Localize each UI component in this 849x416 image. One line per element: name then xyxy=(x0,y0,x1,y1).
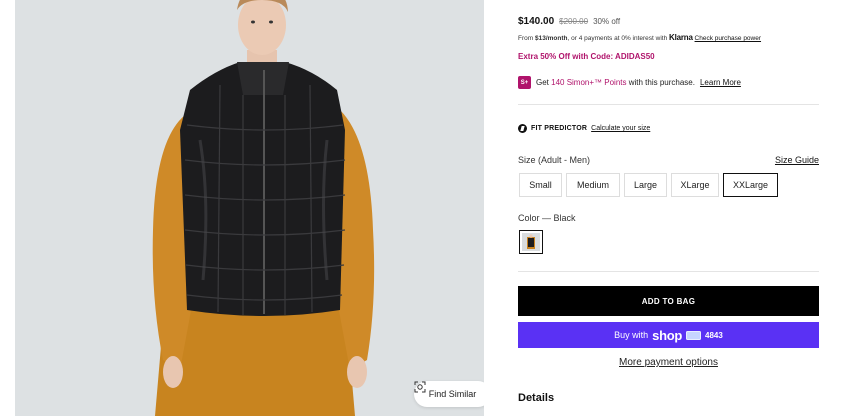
points-amount: 140 Simon+™ Points xyxy=(551,78,627,87)
divider xyxy=(518,104,819,105)
find-similar-button[interactable]: Find Similar xyxy=(414,381,484,407)
price-row: $140.00 $200.00 30% off xyxy=(518,16,620,27)
klarna-prefix: From xyxy=(518,35,535,42)
klarna-monthly: $13/month xyxy=(534,35,568,42)
points-prefix: Get xyxy=(536,78,552,87)
points-text: Get 140 Simon+™ Points with this purchas… xyxy=(536,78,695,87)
size-option-xxlarge[interactable]: XXLarge xyxy=(723,173,778,197)
original-price: $200.00 xyxy=(559,17,589,26)
klarna-logo: Klarna xyxy=(669,33,693,42)
product-photo xyxy=(15,0,484,416)
fit-predictor-label: FIT PREDICTOR xyxy=(531,125,588,132)
shop-logo: shop xyxy=(652,327,683,343)
fit-predictor-icon xyxy=(518,124,527,133)
discount-label: 30% off xyxy=(593,17,621,26)
learn-more-link[interactable]: Learn More xyxy=(700,78,741,87)
shop-pay-button[interactable]: Buy with shop 4843 xyxy=(518,322,819,348)
details-heading: Details xyxy=(518,392,555,404)
current-price: $140.00 xyxy=(518,16,555,27)
simon-plus-icon: S+ xyxy=(518,76,531,89)
swatch-image xyxy=(527,234,535,249)
size-option-medium[interactable]: Medium xyxy=(566,173,620,197)
klarna-middle: , or 4 payments at 0% interest with xyxy=(567,35,670,42)
size-header: Size (Adult - Men) Size Guide xyxy=(518,155,819,165)
product-info-panel: $140.00 $200.00 30% off From $13/month, … xyxy=(518,0,819,416)
find-similar-label: Find Similar xyxy=(428,389,477,399)
points-suffix: with this purchase. xyxy=(626,78,695,87)
size-label: Size (Adult - Men) xyxy=(518,155,591,165)
shop-pay-prefix: Buy with xyxy=(614,330,649,340)
size-option-large[interactable]: Large xyxy=(624,173,667,197)
size-option-small[interactable]: Small xyxy=(519,173,562,197)
card-icon xyxy=(686,330,702,340)
visual-search-icon xyxy=(414,381,426,393)
fit-predictor: FIT PREDICTOR Calculate your size xyxy=(518,124,650,133)
size-options: Small Medium Large XLarge XXLarge xyxy=(519,173,778,197)
color-label: Color — Black xyxy=(518,213,576,223)
swatch-thumbnail xyxy=(522,233,540,251)
product-image[interactable]: Find Similar xyxy=(15,0,484,416)
divider xyxy=(518,271,819,272)
more-payment-options-link[interactable]: More payment options xyxy=(518,357,819,368)
card-last-digits: 4843 xyxy=(705,330,723,340)
promo-code-text: Extra 50% Off with Code: ADIDAS50 xyxy=(518,52,655,61)
calculate-size-link[interactable]: Calculate your size xyxy=(591,125,650,132)
size-guide-link[interactable]: Size Guide xyxy=(775,155,819,165)
size-option-xlarge[interactable]: XLarge xyxy=(671,173,719,197)
details-text-cutoff xyxy=(518,412,819,416)
check-purchase-power-link[interactable]: Check purchase power xyxy=(695,35,761,42)
color-swatch-black[interactable] xyxy=(519,230,543,254)
klarna-financing: From $13/month, or 4 payments at 0% inte… xyxy=(518,33,761,42)
add-to-bag-button[interactable]: ADD TO BAG xyxy=(518,286,819,316)
simon-points-row: S+ Get 140 Simon+™ Points with this purc… xyxy=(518,76,741,89)
